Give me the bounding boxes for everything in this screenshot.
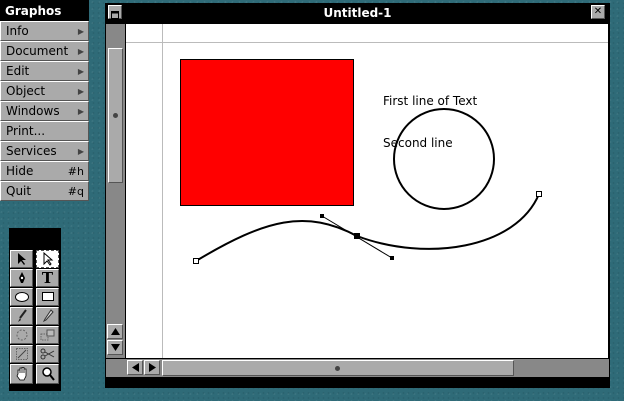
- menu-item-services[interactable]: Services ▶: [0, 141, 89, 161]
- vertical-scrollbar[interactable]: [106, 24, 125, 358]
- menu-item-label: Info: [6, 24, 29, 38]
- document-window: Untitled-1 ✕ First line of Text Second l…: [105, 3, 610, 388]
- right-arrow-icon: [148, 363, 156, 372]
- knob-grip-icon: [113, 113, 118, 118]
- tool-preview: [10, 229, 60, 249]
- tools-palette: T: [9, 228, 61, 391]
- reflect-icon: [40, 329, 54, 341]
- window-titlebar[interactable]: Untitled-1: [106, 4, 609, 23]
- pen-tool[interactable]: [10, 269, 33, 287]
- anchor-point[interactable]: [193, 258, 199, 264]
- menu-item-windows[interactable]: Windows ▶: [0, 101, 89, 121]
- submenu-arrow-icon: ▶: [77, 147, 84, 156]
- magnifier-icon: [41, 367, 55, 381]
- knob-grip-icon: [335, 366, 340, 371]
- window-title: Untitled-1: [323, 6, 392, 20]
- close-icon: ✕: [593, 6, 603, 17]
- menu-item-quit[interactable]: Quit #q: [0, 181, 89, 201]
- submenu-arrow-icon: ▶: [77, 27, 84, 36]
- menu-item-label: Object: [6, 84, 46, 98]
- direct-select-tool[interactable]: [36, 250, 59, 268]
- control-handle[interactable]: [390, 256, 394, 260]
- rotate-tool[interactable]: [10, 326, 33, 344]
- scissors-tool[interactable]: [36, 345, 59, 363]
- down-arrow-icon: [110, 344, 120, 351]
- anchor-point-selected[interactable]: [354, 233, 360, 239]
- menu-title[interactable]: Graphos: [0, 0, 89, 21]
- hand-tool[interactable]: [10, 364, 33, 384]
- rectangle-tool[interactable]: [36, 288, 59, 306]
- menu-item-edit[interactable]: Edit ▶: [0, 61, 89, 81]
- menu-shortcut: #h: [67, 165, 84, 178]
- menu-item-hide[interactable]: Hide #h: [0, 161, 89, 181]
- menu-item-print[interactable]: Print...: [0, 121, 89, 141]
- scroll-left-button[interactable]: [127, 360, 143, 375]
- anchor-point[interactable]: [536, 191, 542, 197]
- arrow-tool[interactable]: [10, 250, 33, 268]
- text-line-2: Second line: [383, 136, 453, 150]
- canvas-svg: [126, 24, 608, 358]
- scroll-right-button[interactable]: [144, 360, 160, 375]
- ellipse-tool[interactable]: [10, 288, 33, 306]
- menu-item-label: Services: [6, 144, 57, 158]
- red-rectangle[interactable]: [180, 59, 354, 206]
- miniaturize-button[interactable]: [108, 5, 122, 19]
- menu-shortcut: #q: [67, 185, 84, 198]
- menu-item-label: Quit: [6, 184, 32, 198]
- menu-item-label: Hide: [6, 164, 34, 178]
- close-button[interactable]: ✕: [591, 5, 605, 19]
- scale-tool[interactable]: [10, 345, 33, 363]
- hand-icon: [16, 367, 26, 381]
- menu-item-label: Edit: [6, 64, 30, 78]
- zoom-tool[interactable]: [36, 364, 59, 384]
- text-line-1: First line of Text: [383, 94, 478, 108]
- pencil-icon: [42, 309, 54, 323]
- direct-select-icon: [43, 252, 53, 266]
- brush-icon: [17, 309, 27, 322]
- text-tool[interactable]: T: [36, 269, 59, 287]
- menu-item-label: Document: [6, 44, 69, 58]
- submenu-arrow-icon: ▶: [77, 67, 84, 76]
- menu-item-info[interactable]: Info ▶: [0, 21, 89, 41]
- pencil-tool[interactable]: [36, 307, 59, 325]
- scroll-up-button[interactable]: [107, 324, 123, 339]
- menu-item-object[interactable]: Object ▶: [0, 81, 89, 101]
- brush-tool[interactable]: [10, 307, 33, 325]
- control-handle[interactable]: [320, 214, 324, 218]
- vertical-scroll-knob[interactable]: [108, 48, 123, 183]
- pen-icon: [18, 272, 25, 283]
- rotate-icon: [16, 329, 27, 341]
- left-arrow-icon: [131, 363, 139, 372]
- horizontal-scroll-knob[interactable]: [162, 360, 514, 376]
- scroll-down-button[interactable]: [107, 340, 123, 355]
- text-object[interactable]: First line of Text Second line: [383, 66, 477, 178]
- ellipse-icon: [14, 292, 29, 302]
- submenu-arrow-icon: ▶: [77, 47, 84, 56]
- reflect-tool[interactable]: [36, 326, 59, 344]
- miniaturize-icon: [111, 11, 119, 19]
- submenu-arrow-icon: ▶: [77, 87, 84, 96]
- rectangle-icon: [41, 292, 54, 301]
- text-icon: T: [41, 268, 54, 287]
- scissors-icon: [40, 348, 54, 360]
- submenu-arrow-icon: ▶: [77, 107, 84, 116]
- up-arrow-icon: [110, 328, 120, 335]
- drawing-canvas[interactable]: First line of Text Second line: [126, 24, 608, 358]
- scale-icon: [15, 348, 28, 360]
- menu-item-label: Windows: [6, 104, 60, 118]
- menu-item-document[interactable]: Document ▶: [0, 41, 89, 61]
- horizontal-scrollbar[interactable]: [106, 359, 609, 377]
- menu-item-label: Print...: [6, 124, 46, 138]
- app-menu: Graphos Info ▶ Document ▶ Edit ▶ Object ▶ Window…: [0, 0, 89, 201]
- arrow-icon: [17, 253, 26, 265]
